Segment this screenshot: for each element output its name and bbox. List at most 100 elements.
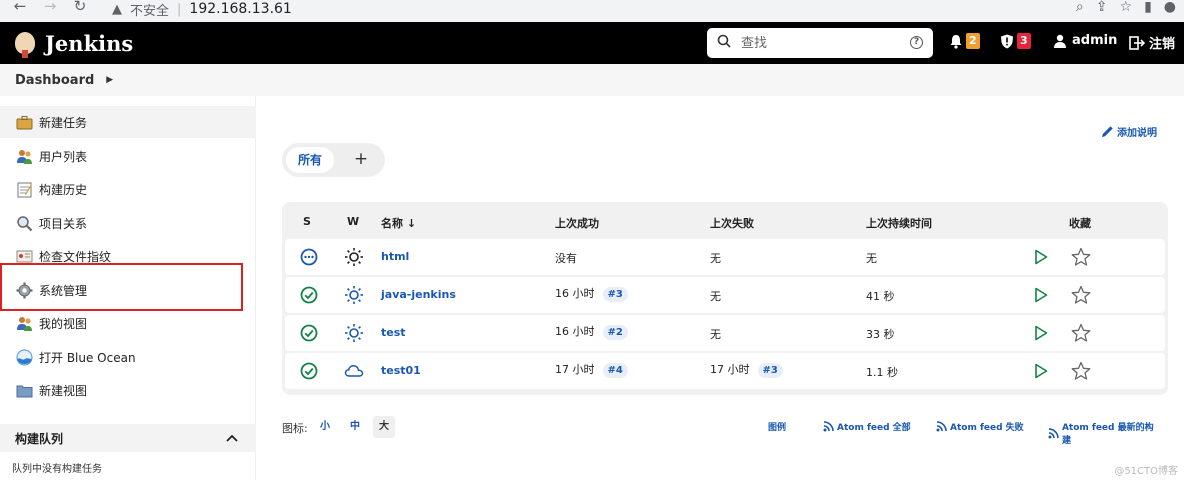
sidebar-item-label: 构建历史 xyxy=(39,182,88,197)
column-weather[interactable]: W xyxy=(347,215,359,228)
sidebar-item-project-relationship[interactable]: 项目关系 xyxy=(0,207,256,239)
build-number-link[interactable]: #2 xyxy=(602,325,628,340)
sunny-weather-icon xyxy=(345,286,363,304)
sidebar-item-new-view[interactable]: 新建视图 xyxy=(0,374,256,406)
last-failure-cell: 17 小时 #3 xyxy=(710,361,783,378)
security-button[interactable]: 3 xyxy=(1000,33,1031,49)
sidebar: 新建任务 用户列表 构建历史 项目关系 检查文件指纹 系统管理 我的视图 打开 … xyxy=(0,96,256,480)
search-input[interactable] xyxy=(741,35,901,51)
feed-latest-link[interactable]: Atom feed 最新的构建 xyxy=(1048,420,1162,446)
star-icon[interactable] xyxy=(1071,285,1091,305)
chevron-up-icon[interactable] xyxy=(226,431,238,445)
browser-actions: ⌕ ⇪ ☆ ▮ ● xyxy=(1076,0,1184,22)
success-status-icon xyxy=(300,362,318,380)
play-icon[interactable] xyxy=(1034,249,1048,265)
duration-cell: 41 秒 xyxy=(866,290,895,303)
pencil-icon xyxy=(1102,126,1113,137)
browser-toolbar: ← → ↻ ▲ 不安全 | 192.168.13.61 ⌕ ⇪ ☆ ▮ ● xyxy=(0,0,1184,22)
star-icon[interactable] xyxy=(1071,361,1091,381)
share-icon[interactable]: ⇪ xyxy=(1096,0,1108,15)
column-name[interactable]: 名称 ↓ xyxy=(381,215,416,231)
sidebar-item-label: 检查文件指纹 xyxy=(39,249,112,264)
chevron-right-icon[interactable]: ▶ xyxy=(106,75,113,85)
user-menu[interactable]: admin xyxy=(1053,33,1117,48)
last-success-cell: 没有 xyxy=(555,252,577,265)
rss-icon xyxy=(936,421,947,432)
job-link[interactable]: html xyxy=(381,250,409,263)
column-last-duration[interactable]: 上次持续时间 xyxy=(866,215,932,231)
sidebar-item-users[interactable]: 用户列表 xyxy=(0,140,256,172)
sidebar-item-new-job[interactable]: 新建任务 xyxy=(0,106,256,138)
star-icon[interactable] xyxy=(1071,247,1091,267)
table-row: test 16 小时 #2 无 33 秒 xyxy=(285,315,1165,351)
column-status[interactable]: S xyxy=(303,215,311,228)
feed-all-link[interactable]: Atom feed 全部 xyxy=(823,420,911,433)
job-link[interactable]: java-jenkins xyxy=(381,288,456,301)
play-icon[interactable] xyxy=(1034,325,1048,341)
build-number-link[interactable]: #3 xyxy=(757,363,783,378)
star-icon[interactable] xyxy=(1071,323,1091,343)
sidebar-item-my-views[interactable]: 我的视图 xyxy=(0,307,256,339)
briefcase-icon xyxy=(16,115,33,129)
sidebar-item-label: 用户列表 xyxy=(39,149,88,164)
play-icon[interactable] xyxy=(1034,287,1048,303)
job-link[interactable]: test xyxy=(381,326,406,339)
column-favorite: 收藏 xyxy=(1069,217,1091,230)
notifications-badge: 2 xyxy=(966,33,980,49)
build-number-link[interactable]: #3 xyxy=(602,287,628,302)
sidebar-item-build-history[interactable]: 构建历史 xyxy=(0,173,256,205)
icon-size-medium[interactable]: 中 xyxy=(344,416,366,438)
icon-size-large[interactable]: 大 xyxy=(373,416,395,438)
reload-icon[interactable]: ↻ xyxy=(70,0,90,16)
icon-size-label: 图标: xyxy=(282,422,308,435)
rss-icon xyxy=(823,421,834,432)
users-icon xyxy=(17,149,32,164)
tab-all[interactable]: 所有 xyxy=(286,147,334,173)
bookmark-star-icon[interactable]: ☆ xyxy=(1120,0,1133,15)
jenkins-header: Jenkins ? 2 3 admin 注销 xyxy=(0,22,1184,64)
jenkins-logo[interactable]: Jenkins xyxy=(12,28,133,58)
build-number-link[interactable]: #4 xyxy=(602,363,628,378)
breadcrumb-dashboard[interactable]: Dashboard xyxy=(15,73,94,88)
view-tabs: 所有 + xyxy=(282,143,385,177)
logout-button[interactable]: 注销 xyxy=(1129,33,1175,52)
shield-icon xyxy=(1001,34,1013,48)
last-success-cell: 17 小时 #4 xyxy=(555,361,628,378)
address-bar[interactable]: ▲ 不安全 | 192.168.13.61 xyxy=(100,0,1020,20)
feed-failed-link[interactable]: Atom feed 失败 xyxy=(936,420,1024,433)
column-last-failure[interactable]: 上次失败 xyxy=(710,215,754,231)
job-link[interactable]: test01 xyxy=(381,364,421,377)
blue-ocean-icon xyxy=(16,349,33,365)
table-footer: 图标: 小 中 大 图例 Atom feed 全部 Atom feed 失败 A… xyxy=(282,416,1162,446)
last-failure-time: 17 小时 xyxy=(710,363,750,376)
play-icon[interactable] xyxy=(1034,363,1048,379)
table-row: java-jenkins 16 小时 #3 无 41 秒 xyxy=(285,277,1165,313)
add-description-link[interactable]: 添加说明 xyxy=(1101,124,1157,139)
profile-icon[interactable]: ● xyxy=(1164,0,1176,15)
logout-icon xyxy=(1129,35,1145,50)
table-row: html 没有 无 无 xyxy=(285,239,1165,275)
zoom-icon[interactable]: ⌕ xyxy=(1076,0,1084,15)
help-icon[interactable]: ? xyxy=(910,36,923,49)
last-success-cell: 16 小时 #2 xyxy=(555,323,628,340)
divider: | xyxy=(177,1,182,17)
sidebar-toggle-icon[interactable]: ▮ xyxy=(1144,0,1152,15)
column-last-success[interactable]: 上次成功 xyxy=(555,215,599,231)
warning-icon: ▲ xyxy=(112,1,122,17)
last-success-time: 16 小时 xyxy=(555,287,595,300)
sidebar-item-label: 新建任务 xyxy=(39,115,88,130)
sidebar-item-blue-ocean[interactable]: 打开 Blue Ocean xyxy=(0,341,256,373)
security-label: 不安全 xyxy=(130,3,170,19)
notifications-button[interactable]: 2 xyxy=(949,33,980,49)
icon-size-small[interactable]: 小 xyxy=(314,416,336,438)
not-built-status-icon xyxy=(300,248,318,266)
forward-icon[interactable]: → xyxy=(40,0,60,16)
build-queue-header[interactable]: 构建队列 xyxy=(0,424,256,452)
add-tab-button[interactable]: + xyxy=(346,147,376,173)
legend-link[interactable]: 图例 xyxy=(768,420,786,433)
jobs-table: S W 名称 ↓ 上次成功 上次失败 上次持续时间 收藏 html 没有 无 无… xyxy=(282,202,1168,395)
search-box[interactable]: ? xyxy=(707,28,933,58)
back-icon[interactable]: ← xyxy=(10,0,30,16)
success-status-icon xyxy=(300,324,318,342)
url-text: 192.168.13.61 xyxy=(189,1,292,17)
